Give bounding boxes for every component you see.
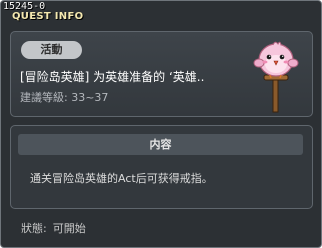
quest-summary-panel: 活動 [冒险岛英雄] 为英雄准备的 ‘英雄.. 建議等級: 33~37 (10, 31, 313, 117)
quest-title: [冒险岛英雄] 为英雄准备的 ‘英雄.. (20, 70, 205, 84)
content-description: 通关冒险岛英雄的Act后可获得戒指。 (30, 172, 213, 185)
pink-bird-signpost-icon (253, 41, 299, 113)
quest-content-panel: 内容 通关冒险岛英雄的Act后可获得戒指。 (10, 125, 313, 209)
quest-level-requirement: 建議等級: 33~37 (20, 91, 109, 104)
status-label: 狀態: (21, 222, 47, 235)
quest-status: 狀態: 可開始 (21, 222, 92, 236)
status-value: 可開始 (52, 222, 86, 235)
quest-category-tag: 活動 (21, 41, 82, 59)
window-title: QUEST INFO (12, 11, 84, 22)
quest-info-window: 15245-0 QUEST INFO 活動 [冒险岛英雄] 为英雄准备的 ‘英雄… (0, 0, 322, 248)
content-header: 内容 (18, 134, 303, 155)
